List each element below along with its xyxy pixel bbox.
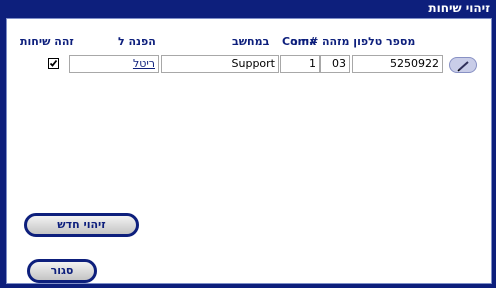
pencil-icon: [457, 61, 469, 72]
redirect-field[interactable]: ריטל: [69, 55, 159, 73]
call-id-window: זיהוי שיחות מספר טלפון מזהה איזור Com# ב…: [0, 0, 496, 288]
header-identify: זהה שיחות: [20, 35, 74, 48]
window-title: זיהוי שיחות: [428, 1, 490, 15]
header-redirect: הפנה ל: [118, 35, 156, 48]
phone-field[interactable]: 5250922: [352, 55, 443, 73]
computer-field[interactable]: Support: [161, 55, 279, 73]
header-com: Com#: [282, 35, 319, 48]
edit-row-button[interactable]: [449, 57, 477, 73]
redirect-link[interactable]: ריטל: [133, 57, 155, 70]
header-computer: במחשב: [232, 35, 270, 48]
close-button[interactable]: סגור: [27, 259, 97, 283]
com-field[interactable]: 1: [280, 55, 320, 73]
title-bar: זיהוי שיחות: [0, 0, 496, 16]
new-identification-button[interactable]: זיהוי חדש: [24, 213, 139, 237]
identify-checkbox[interactable]: [48, 58, 59, 69]
header-phone: מספר טלפון מזהה: [322, 35, 416, 48]
content-panel: מספר טלפון מזהה איזור Com# במחשב הפנה ל …: [6, 18, 492, 284]
area-field[interactable]: 03: [320, 55, 350, 73]
check-icon: [49, 59, 58, 67]
